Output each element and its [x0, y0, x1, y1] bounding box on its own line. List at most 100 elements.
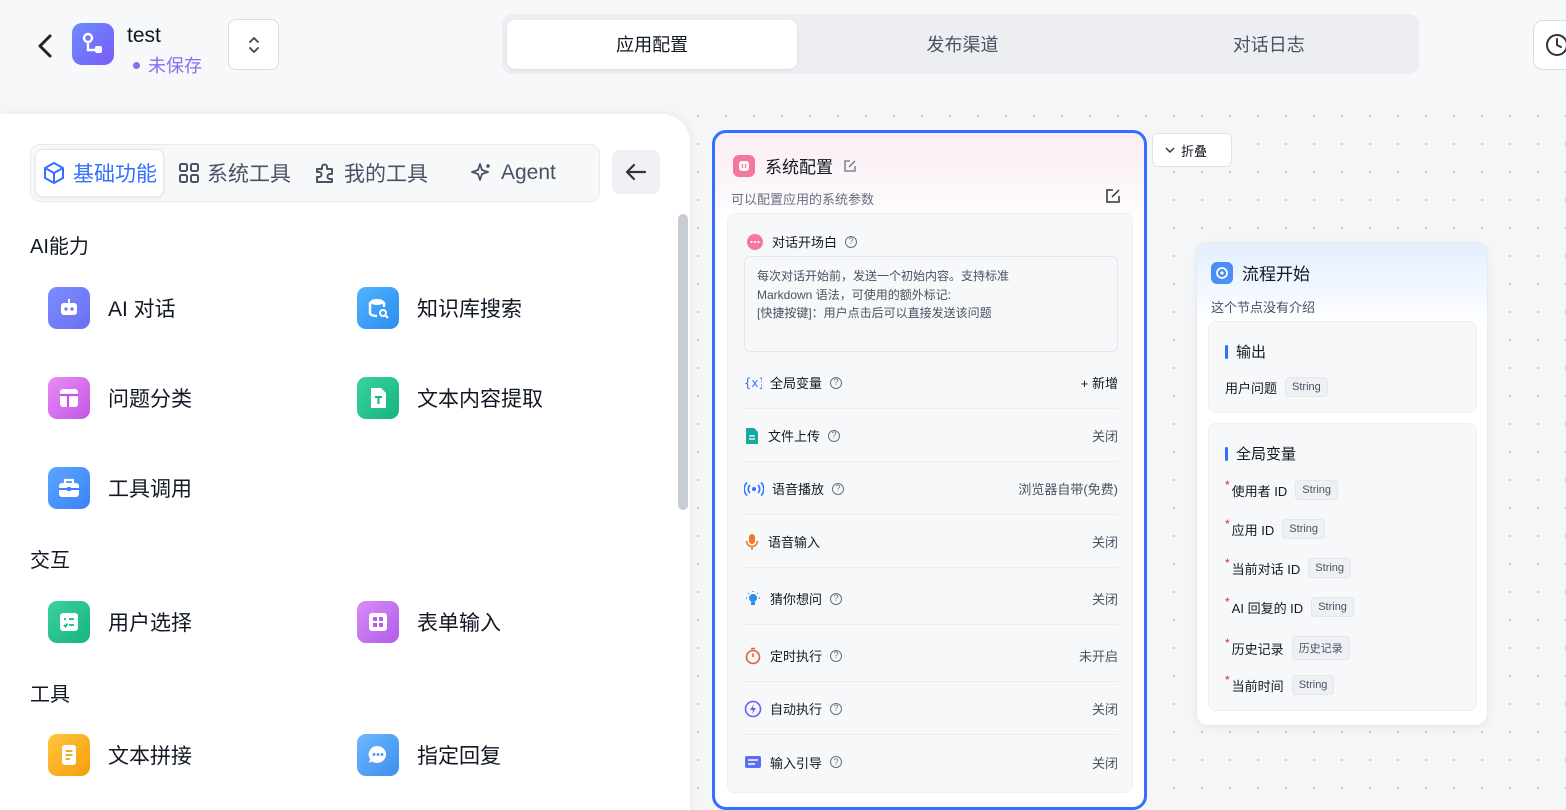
help-icon[interactable]: ? [828, 429, 841, 442]
welcome-label: 对话开场白 ? [746, 232, 858, 251]
card-title-text: 输出 [1236, 344, 1267, 361]
help-icon[interactable]: ? [830, 649, 843, 662]
row-value: 关闭 [1091, 592, 1118, 607]
type-tag: String [1308, 558, 1352, 578]
node-label: 指定回复 [417, 745, 501, 768]
sparkle-icon [471, 163, 490, 181]
switch-app-button[interactable] [228, 19, 279, 70]
puzzle-icon [316, 163, 333, 183]
row-value: 关闭 [1091, 702, 1118, 717]
tab-agent[interactable]: Agent [464, 149, 562, 197]
history-button[interactable] [1533, 20, 1566, 70]
output-card: 输出 用户问题 String [1208, 321, 1477, 413]
edit-icon[interactable] [843, 159, 857, 173]
help-icon[interactable]: ? [832, 482, 845, 495]
toolbox-icon [48, 467, 90, 509]
tab-publish-channel[interactable]: 发布渠道 [817, 20, 1107, 69]
system-config-header: 系统配置 [733, 153, 857, 178]
type-tag: String [1285, 377, 1328, 397]
top-tabs: 应用配置 发布渠道 对话日志 [502, 14, 1419, 74]
type-tag: String [1295, 480, 1339, 500]
welcome-textarea[interactable]: 每次对话开始前，发送一个初始内容。支持标准 Markdown 语法，可使用的额外… [744, 256, 1118, 352]
node-tool-call[interactable]: 工具调用 [48, 467, 192, 509]
welcome-line-2: Markdown 语法，可使用的额外标记: [757, 287, 952, 302]
node-user-select[interactable]: 用户选择 [48, 601, 192, 643]
help-icon[interactable]: ? [830, 376, 843, 389]
panel-scrollbar[interactable] [678, 214, 688, 510]
chevron-down-icon [1165, 147, 1175, 154]
node-label: 文本拼接 [108, 745, 192, 768]
global-var-row: * 当前时间 String [1225, 673, 1335, 695]
row-auto-run[interactable]: 自动执行? 关闭 [744, 683, 1118, 735]
help-icon[interactable]: ? [830, 756, 843, 768]
section-title-interaction: 交互 [30, 550, 70, 572]
global-var-row: * 应用 ID String [1225, 517, 1326, 539]
node-text-concat[interactable]: 文本拼接 [48, 734, 192, 776]
svg-text:{x}: {x} [744, 376, 762, 390]
node-ai-chat[interactable]: AI 对话 [48, 287, 176, 329]
form-icon [357, 601, 399, 643]
row-voice-input[interactable]: 语音输入 关闭 [744, 516, 1118, 568]
accent-bar [1225, 446, 1228, 461]
add-variable-button[interactable]: + 新增 [1081, 373, 1118, 392]
grid-icon [179, 163, 199, 183]
workflow-icon [82, 32, 102, 53]
collapse-panel-button[interactable] [612, 150, 660, 194]
document-lines-icon [48, 734, 90, 776]
play-start-icon [1211, 261, 1233, 284]
row-file-upload[interactable]: 文件上传? 关闭 [744, 410, 1118, 462]
node-library-panel: 基础功能 系统工具 我的工具 Agent AI能力 AI 对话 知识库搜索 问题… [0, 114, 690, 810]
row-value: 关闭 [1091, 535, 1118, 550]
output-title: 输出 [1225, 341, 1266, 362]
tab-app-config[interactable]: 应用配置 [507, 19, 798, 69]
row-label: 全局变量 [770, 376, 823, 391]
document-text-icon [357, 377, 399, 419]
edit-description-icon[interactable] [1105, 188, 1121, 209]
row-label: 猜你想问 [770, 592, 823, 607]
row-voice-playback[interactable]: 语音播放? 浏览器自带(免费) [744, 463, 1118, 515]
node-label: 用户选择 [108, 612, 192, 635]
fold-button-label: 折叠 [1181, 143, 1208, 159]
row-label: 输入引导 [770, 755, 823, 771]
node-label: 文本内容提取 [417, 388, 543, 411]
node-label: 问题分类 [108, 388, 192, 411]
tab-my-tools[interactable]: 我的工具 [307, 149, 434, 197]
flow-start-node[interactable]: 流程开始 这个节点没有介绍 输出 用户问题 String 全局变量 * 使用者 ID… [1196, 242, 1488, 726]
tab-chat-logs[interactable]: 对话日志 [1124, 20, 1414, 69]
clock-icon [1546, 34, 1566, 56]
row-label: 语音输入 [768, 535, 821, 550]
welcome-line-1: 每次对话开始前，发送一个初始内容。支持标准 [757, 269, 1010, 283]
section-title-ai: AI能力 [30, 236, 89, 258]
system-config-node[interactable]: 系统配置 可以配置应用的系统参数 对话开场白 ? 每次对话开始前，发送一个初始内… [712, 130, 1147, 810]
tab-basic-functions[interactable]: 基础功能 [35, 149, 164, 197]
back-button[interactable] [30, 30, 60, 62]
app-name: test [127, 24, 161, 47]
help-icon[interactable]: ? [830, 592, 843, 605]
node-question-classify[interactable]: 问题分类 [48, 377, 192, 419]
required-mark: * [1225, 517, 1230, 531]
node-specified-reply[interactable]: 指定回复 [357, 734, 501, 776]
tab-system-tools[interactable]: 系统工具 [172, 149, 297, 197]
row-input-guide[interactable]: 输入引导? 关闭 [744, 736, 1118, 788]
global-variables-card: 全局变量 * 使用者 ID String * 应用 ID String * 当前对话 ID… [1208, 423, 1477, 711]
node-form-input[interactable]: 表单输入 [357, 601, 501, 643]
accent-bar [1225, 344, 1228, 359]
help-icon[interactable]: ? [845, 235, 858, 248]
cube-icon [44, 162, 64, 184]
robot-icon [48, 287, 90, 329]
row-global-variables: {x} 全局变量? + 新增 [744, 357, 1118, 409]
row-scheduled-run[interactable]: 定时执行? 未开启 [744, 630, 1118, 682]
node-knowledge-search[interactable]: 知识库搜索 [357, 287, 522, 329]
field-name: 当前时间 [1231, 678, 1284, 694]
help-icon[interactable]: ? [830, 702, 843, 715]
row-suggested-questions[interactable]: 猜你想问? 关闭 [744, 573, 1118, 625]
global-var-row: * 使用者 ID String [1225, 478, 1339, 500]
settings-app-icon [733, 154, 755, 177]
top-bar: test 未保存 应用配置 发布渠道 对话日志 [0, 0, 1566, 96]
fold-button[interactable]: 折叠 [1152, 133, 1232, 167]
node-text-extract[interactable]: 文本内容提取 [357, 377, 543, 419]
checklist-icon [48, 601, 90, 643]
chat-bubble-icon [357, 734, 399, 776]
required-mark: * [1225, 478, 1230, 492]
node-label: 工具调用 [108, 478, 192, 501]
